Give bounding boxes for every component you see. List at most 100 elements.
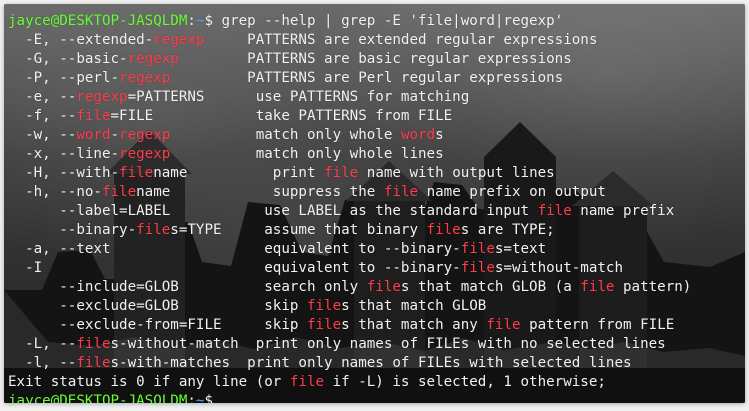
match-highlight: regexp [119,146,171,162]
terminal-text-segment: name prefix on output [418,184,606,200]
terminal-text-segment: name suppress the [136,184,384,200]
match-highlight: file [119,165,154,181]
output-line: --include=GLOB search only files that ma… [8,278,739,297]
terminal-text-segment: -l, -- [8,355,77,371]
terminal-text-segment: -w, -- [8,127,77,143]
terminal-text-segment: pattern) [614,279,692,295]
output-line: Exit status is 0 if any line (or file if… [8,373,739,392]
match-highlight: file [76,355,111,371]
match-highlight: file [76,336,111,352]
terminal-text-segment: -L, -- [8,336,77,352]
terminal-text-segment: PATTERNS are extended regular expression… [204,32,598,48]
prompt-line: jayce@DESKTOP-JASQLDM:~$ grep --help | g… [8,12,739,31]
terminal-text-segment: -H, --with- [8,165,120,181]
terminal-text-segment: Exit status is 0 if any line (or [8,374,290,390]
terminal-text-segment: s that match GLOB (a [400,279,581,295]
terminal-text-segment: - [110,127,120,143]
terminal-text-segment: --include=GLOB search only [8,279,367,295]
terminal-text-segment: -a, --text equivalent to --binary- [8,241,461,257]
terminal-text-segment: pattern from FILE [520,317,675,333]
match-highlight: regexp [119,127,171,143]
match-highlight: file [306,317,342,333]
match-highlight: file [460,260,495,276]
match-highlight: file [324,165,359,181]
output-line: -h, --no-filename suppress the file name… [8,183,739,202]
terminal-text-segment: -G, --basic- [8,51,128,67]
output-line: -G, --basic-regexp PATTERNS are basic re… [8,50,739,69]
output-line: -x, --line-regexp match only whole lines [8,145,739,164]
match-highlight: file [136,222,171,238]
match-highlight: regexp [119,70,171,86]
terminal-text-segment: name with output lines [358,165,555,181]
terminal-text-segment: -x, --line- [8,146,120,162]
terminal-text-segment: s are TYPE; [460,222,555,238]
output-line: -w, --word-regexp match only whole words [8,126,739,145]
output-line: -I equivalent to --binary-files=without-… [8,259,739,278]
terminal-text-segment: jayce@DESKTOP-JASQLDM [8,393,188,403]
output-line: --exclude-from=FILE skip files that matc… [8,316,739,335]
terminal-text-segment: $ grep --help | grep -E 'file|word|regex… [204,13,564,29]
terminal-text-segment: PATTERNS are basic regular expressions [178,51,572,67]
terminal-output[interactable]: jayce@DESKTOP-JASQLDM:~$ grep --help | g… [8,12,739,403]
output-line: -a, --text equivalent to --binary-files=… [8,240,739,259]
terminal-text-segment: match only whole [170,127,401,143]
terminal-text-segment: if -L) is selected, 1 otherwise; [324,374,606,390]
output-line: -P, --perl-regexp PATTERNS are Perl regu… [8,69,739,88]
match-highlight: file [426,222,461,238]
match-highlight: word [76,127,111,143]
terminal-text-segment: s=TYPE assume that binary [170,222,427,238]
match-highlight: regexp [127,51,179,67]
terminal-text-segment: : [187,393,196,403]
terminal-text-segment: s=without-match [494,260,624,276]
output-line: --exclude=GLOB skip files that match GLO… [8,297,739,316]
output-line: --label=LABEL use LABEL as the standard … [8,202,739,221]
terminal-text-segment: -e, -- [8,89,77,105]
terminal-text-segment: =FILE take PATTERNS from FILE [110,108,453,124]
prompt-line: jayce@DESKTOP-JASQLDM:~$ [8,392,739,403]
match-highlight: file [289,374,325,390]
terminal-text-segment: $ [204,393,214,403]
output-line: -H, --with-filename print file name with… [8,164,739,183]
match-highlight: file [101,184,137,200]
match-highlight: file [537,203,572,219]
match-highlight: file [76,108,111,124]
terminal-text-segment: =PATTERNS use PATTERNS for matching [127,89,470,105]
output-line: --binary-files=TYPE assume that binary f… [8,221,739,240]
output-line: -f, --file=FILE take PATTERNS from FILE [8,107,739,126]
output-line: -E, --extended-regexp PATTERNS are exten… [8,31,739,50]
match-highlight: file [580,279,615,295]
terminal-text-segment: -E, --extended- [8,32,154,48]
terminal-text-segment: s [435,127,444,143]
match-highlight: file [366,279,401,295]
match-highlight: word [400,127,436,143]
terminal-text-segment: name print [153,165,325,181]
output-line: -e, --regexp=PATTERNS use PATTERNS for m… [8,88,739,107]
terminal-text-segment: s-with-matches print only names of FILEs… [110,355,632,371]
terminal-text-segment: --label=LABEL use LABEL as the standard … [8,203,538,219]
terminal-text-segment: -f, -- [8,108,77,124]
terminal-text-segment: PATTERNS are Perl regular expressions [170,70,564,86]
terminal-text-segment: s-without-match print only names of FILE… [110,336,666,352]
terminal-text-segment: s=text [494,241,547,257]
terminal-text-segment: -h, --no- [8,184,102,200]
match-highlight: file [486,317,521,333]
match-highlight: file [383,184,419,200]
terminal-text-segment: jayce@DESKTOP-JASQLDM [8,13,188,29]
terminal-text-segment: --exclude=GLOB skip [8,298,307,314]
output-line: -L, --files-without-match print only nam… [8,335,739,354]
terminal-text-segment: : [187,13,196,29]
match-highlight: file [460,241,495,257]
match-highlight: file [306,298,342,314]
terminal-text-segment: name prefix [571,203,675,219]
terminal-text-segment: -P, --perl- [8,70,120,86]
terminal-window[interactable]: jayce@DESKTOP-JASQLDM:~$ grep --help | g… [4,4,745,403]
terminal-text-segment: --exclude-from=FILE skip [8,317,307,333]
terminal-text-segment: s that match GLOB [341,298,487,314]
match-highlight: regexp [76,89,128,105]
terminal-text-segment: --binary- [8,222,137,238]
match-highlight: regexp [153,32,205,48]
terminal-text-segment: s that match any [341,317,487,333]
terminal-text-segment: match only whole lines [170,146,444,162]
output-line: -l, --files-with-matches print only name… [8,354,739,373]
terminal-text-segment: -I equivalent to --binary- [8,260,461,276]
